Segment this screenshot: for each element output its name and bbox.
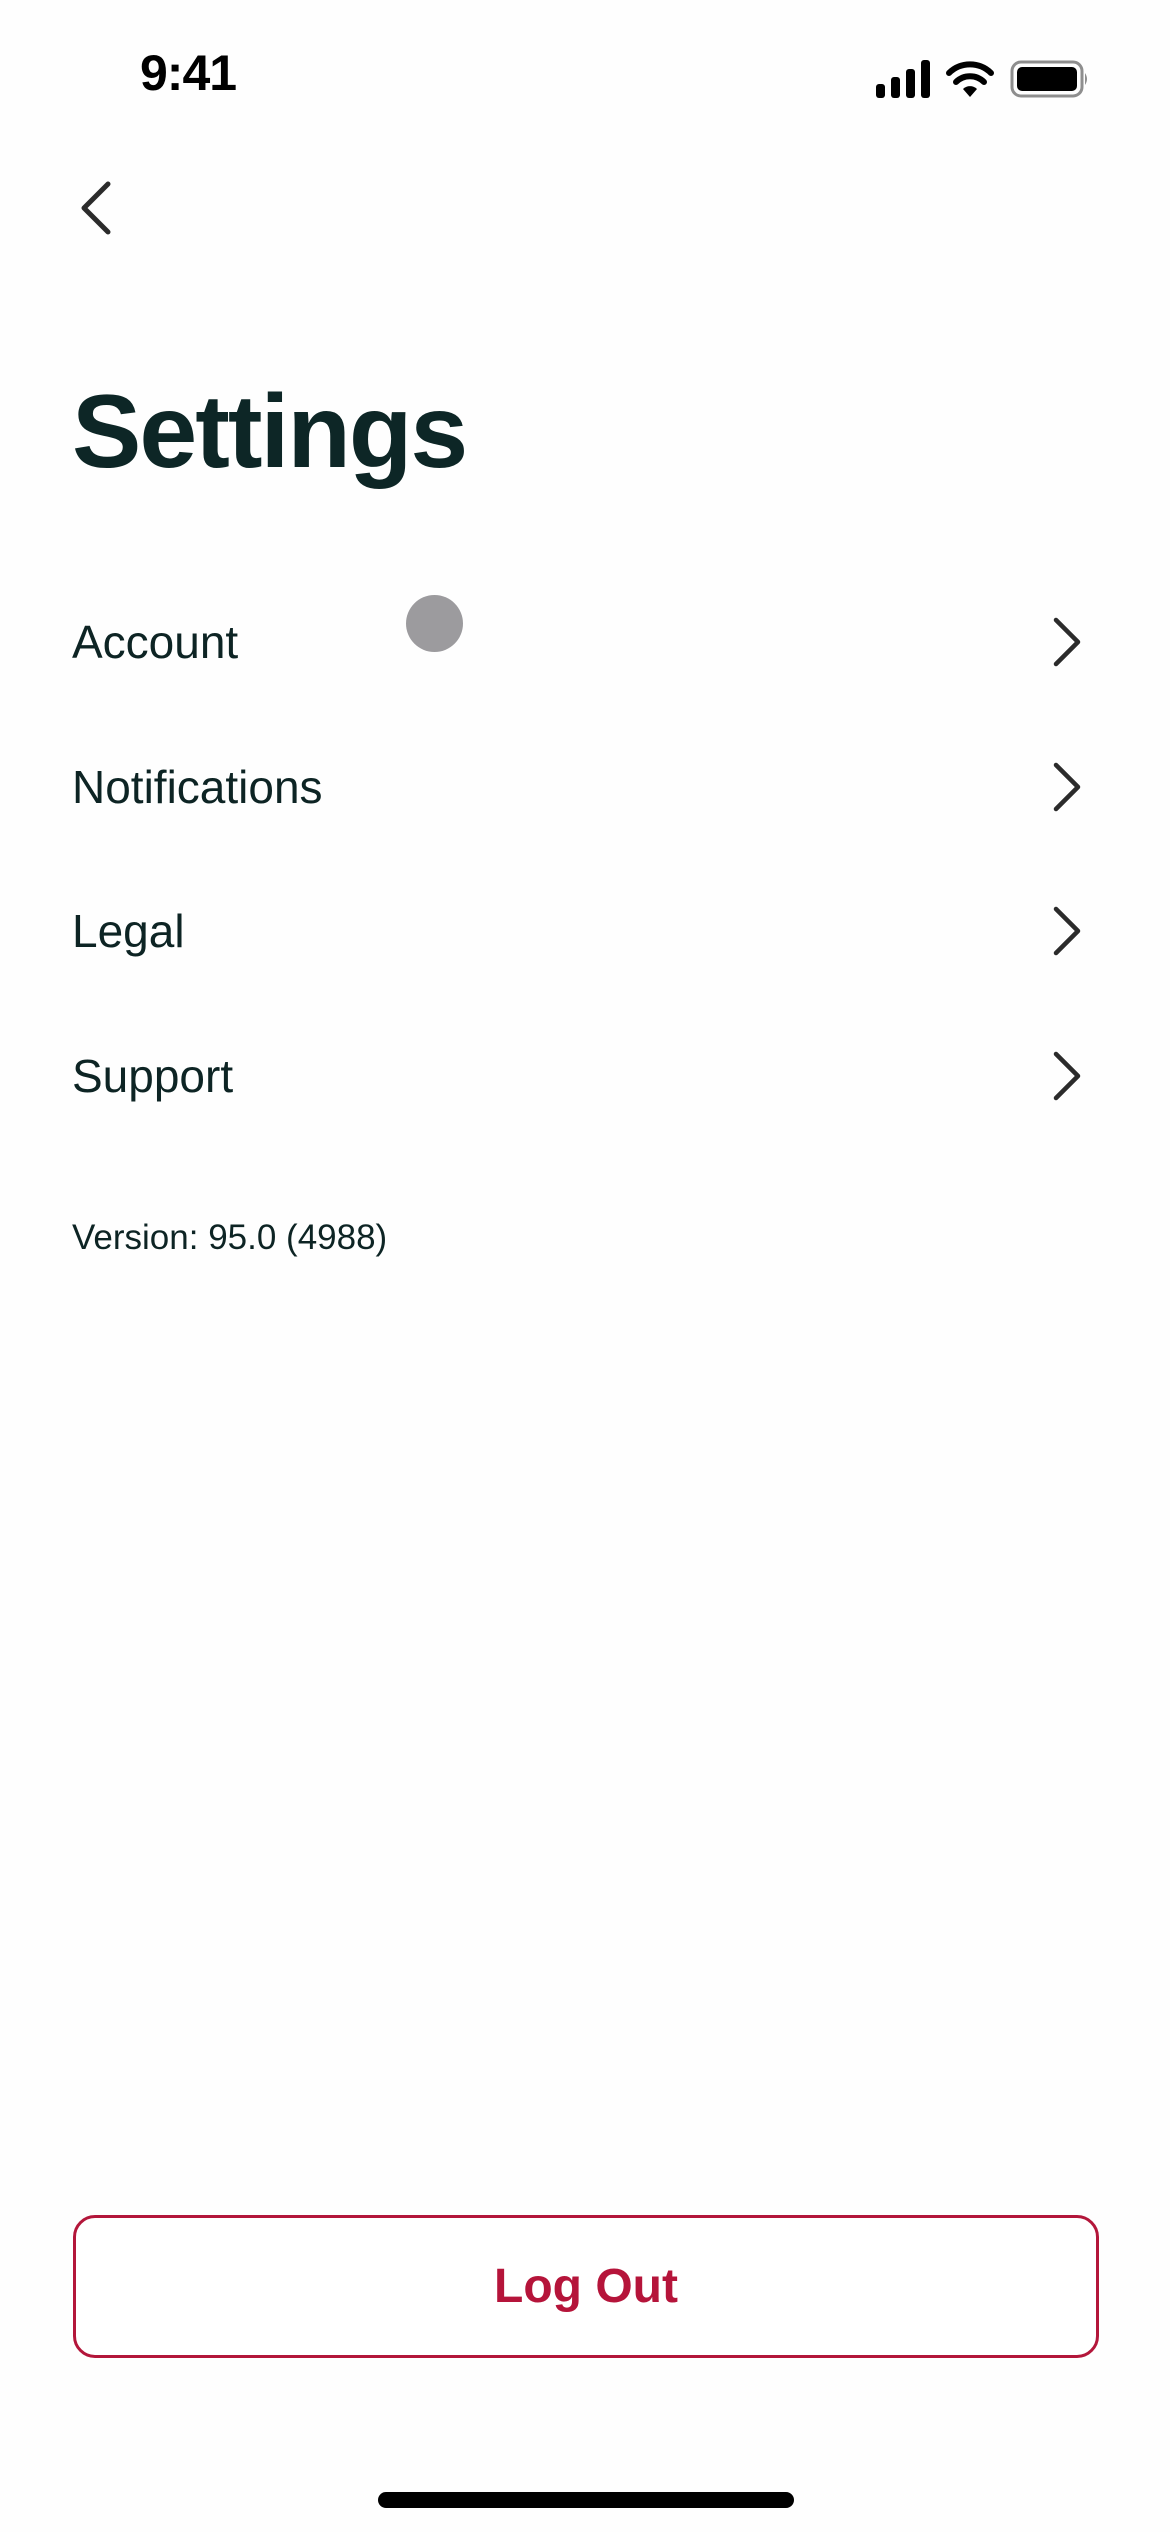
menu-item-notifications[interactable]: Notifications: [0, 715, 1170, 860]
touch-indicator: [406, 595, 463, 652]
menu-item-support[interactable]: Support: [0, 1004, 1170, 1149]
menu-item-label: Legal: [72, 905, 185, 958]
chevron-right-icon: [1053, 762, 1081, 811]
chevron-left-icon: [81, 181, 111, 235]
status-icons: [876, 56, 1090, 102]
chevron-right-icon: [1053, 618, 1081, 667]
signal-icon: [876, 60, 930, 98]
home-indicator[interactable]: [378, 2492, 794, 2508]
menu-item-label: Support: [72, 1049, 234, 1102]
menu-item-legal[interactable]: Legal: [0, 859, 1170, 1004]
menu-item-account[interactable]: Account: [0, 570, 1170, 715]
logout-button[interactable]: Log Out: [73, 2215, 1099, 2358]
version-text: Version: 95.0 (4988): [72, 1218, 388, 1257]
menu-item-label: Account: [72, 616, 239, 669]
menu-item-label: Notifications: [72, 760, 323, 813]
battery-icon: [1010, 60, 1087, 98]
settings-menu: Account Notifications Legal Support: [0, 570, 1170, 1148]
back-button[interactable]: [72, 178, 122, 238]
wifi-icon: [946, 61, 994, 97]
chevron-right-icon: [1053, 907, 1081, 956]
status-bar: 9:41: [0, 0, 1170, 140]
chevron-right-icon: [1053, 1051, 1081, 1100]
page-title: Settings: [72, 374, 468, 490]
logout-label: Log Out: [494, 2260, 678, 2313]
status-time: 9:41: [140, 45, 237, 101]
